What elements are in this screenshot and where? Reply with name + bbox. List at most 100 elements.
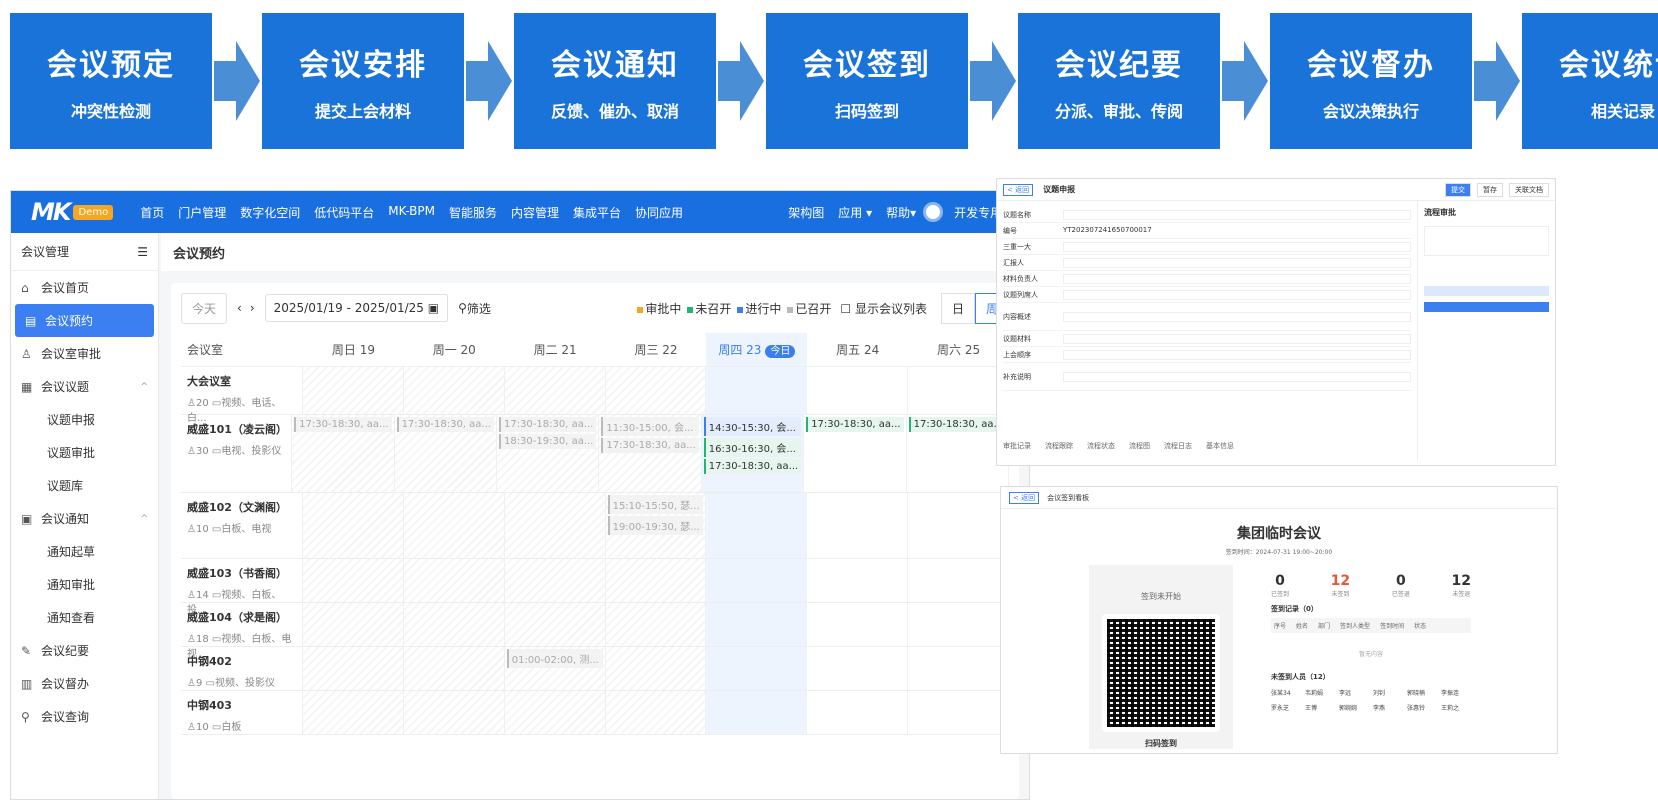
collapse-icon[interactable]: ☰ xyxy=(137,245,148,259)
form-input[interactable] xyxy=(1063,371,1411,382)
day-cell[interactable] xyxy=(504,603,606,646)
day-cell[interactable] xyxy=(605,559,707,602)
nav-item[interactable]: 首页 xyxy=(140,204,164,221)
day-cell[interactable] xyxy=(504,493,606,558)
day-cell[interactable]: 11:30-15:00, 会... 17:30-18:30, aa... xyxy=(599,415,702,492)
day-cell[interactable] xyxy=(504,559,606,602)
day-cell[interactable] xyxy=(303,647,404,690)
day-cell[interactable] xyxy=(908,603,1009,646)
back-button[interactable]: < 返回 xyxy=(1003,183,1034,196)
day-cell[interactable] xyxy=(807,603,909,646)
form-tab[interactable]: 流程状态 xyxy=(1087,441,1115,451)
sidebar-item[interactable]: ⌂ 会议首页 xyxy=(11,271,158,304)
today-button[interactable]: 今天 xyxy=(181,292,228,324)
day-cell[interactable] xyxy=(403,559,505,602)
form-input[interactable]: YT202307241650700017 xyxy=(1063,226,1411,236)
form-input[interactable] xyxy=(1063,311,1411,322)
day-cell[interactable] xyxy=(706,647,808,690)
date-range[interactable]: 2025/01/19 - 2025/01/25 ▣ xyxy=(264,294,449,322)
chevron-up-icon[interactable]: ^ xyxy=(140,514,148,524)
day-cell[interactable] xyxy=(807,691,909,734)
day-cell[interactable] xyxy=(908,647,1009,690)
form-input[interactable] xyxy=(1063,257,1411,268)
form-button[interactable]: 关联文档 xyxy=(1509,182,1549,197)
nav-right-item[interactable]: 帮助▾ xyxy=(886,204,916,221)
sidebar-item[interactable]: 通知查看 xyxy=(11,601,158,634)
filter-icon[interactable]: ⚲ xyxy=(458,301,467,315)
form-tab[interactable]: 流程图 xyxy=(1129,441,1150,451)
form-input[interactable] xyxy=(1063,333,1411,344)
sidebar-item[interactable]: 议题库 xyxy=(11,469,158,502)
sidebar-item[interactable]: 议题审批 xyxy=(11,436,158,469)
day-cell[interactable] xyxy=(605,691,707,734)
avatar[interactable] xyxy=(923,202,944,222)
meeting-event[interactable]: 18:30-19:30, aa... xyxy=(498,434,597,449)
day-cell[interactable] xyxy=(908,559,1009,602)
nav-item[interactable]: 协同应用 xyxy=(635,204,683,221)
day-cell[interactable] xyxy=(807,367,909,414)
meeting-event[interactable]: 15:10-15:50, 瑟... xyxy=(607,495,704,514)
sidebar-item[interactable]: 议题申报 xyxy=(11,403,158,436)
sidebar-item[interactable]: ⚲ 会议查询 xyxy=(11,700,158,733)
meeting-event[interactable]: 17:30-18:30, aa... xyxy=(806,417,904,432)
day-cell[interactable] xyxy=(807,559,909,602)
day-cell[interactable] xyxy=(303,691,404,734)
day-cell[interactable]: 14:30-15:30, 会... 16:30-16:30, 会... 17:30-… xyxy=(701,415,805,492)
day-cell[interactable] xyxy=(908,493,1009,558)
meeting-event[interactable]: 16:30-16:30, 会... xyxy=(703,438,802,457)
meeting-event[interactable]: 17:30-18:30, aa... xyxy=(703,459,802,474)
day-cell[interactable]: 17:30-18:30, aa... xyxy=(394,415,497,492)
meeting-event[interactable]: 14:30-15:30, 会... xyxy=(703,417,802,436)
meeting-event[interactable]: 17:30-18:30, aa... xyxy=(498,417,597,432)
nav-item[interactable]: 门户管理 xyxy=(178,204,226,221)
sidebar-item[interactable]: 通知起草 xyxy=(11,535,158,568)
prev-icon[interactable]: ‹ xyxy=(237,301,242,315)
meeting-event[interactable]: 01:00-02:00, 测... xyxy=(506,649,603,668)
day-cell[interactable] xyxy=(908,691,1009,734)
form-input[interactable] xyxy=(1063,241,1411,252)
nav-item[interactable]: 智能服务 xyxy=(449,204,497,221)
day-cell[interactable] xyxy=(504,691,606,734)
form-button[interactable]: 提交 xyxy=(1445,182,1471,197)
sidebar-item[interactable]: ▤ 会议预约 xyxy=(15,304,154,337)
show-list-checkbox[interactable]: ☐ 显示会议列表 xyxy=(840,300,927,317)
back-button[interactable]: < 返回 xyxy=(1009,491,1040,504)
filter-button[interactable]: 筛选 xyxy=(467,300,491,317)
day-cell[interactable] xyxy=(504,367,606,414)
sidebar-item[interactable]: ▥ 会议督办 xyxy=(11,667,158,700)
meeting-event[interactable]: 17:30-18:30, aa... xyxy=(294,417,392,432)
meeting-event[interactable]: 19:00-19:30, 瑟... xyxy=(607,516,704,535)
day-cell[interactable] xyxy=(908,367,1009,414)
day-cell[interactable] xyxy=(403,603,505,646)
meeting-event[interactable]: 17:30-18:30, aa... xyxy=(601,438,699,453)
form-input[interactable] xyxy=(1063,289,1411,300)
day-cell[interactable] xyxy=(403,691,505,734)
nav-item[interactable]: MK-BPM xyxy=(388,204,435,221)
day-cell[interactable] xyxy=(706,493,808,558)
day-cell[interactable] xyxy=(605,647,707,690)
form-tab[interactable]: 流程跟踪 xyxy=(1045,441,1073,451)
form-tab[interactable]: 审批记录 xyxy=(1003,441,1031,451)
nav-item[interactable]: 低代码平台 xyxy=(314,204,374,221)
day-cell[interactable] xyxy=(706,559,808,602)
nav-right-item[interactable]: 架构图 xyxy=(788,204,824,221)
nav-item[interactable]: 内容管理 xyxy=(511,204,559,221)
day-cell[interactable] xyxy=(403,367,505,414)
day-cell[interactable] xyxy=(807,493,909,558)
chevron-up-icon[interactable]: ^ xyxy=(140,382,148,392)
day-view-button[interactable]: 日 xyxy=(940,292,975,324)
day-cell[interactable] xyxy=(303,367,404,414)
day-cell[interactable]: 17:30-18:30, aa... xyxy=(804,415,907,492)
nav-right-item[interactable]: 应用 ▾ xyxy=(838,204,872,221)
day-cell[interactable] xyxy=(403,647,505,690)
form-tab[interactable]: 基本信息 xyxy=(1206,441,1234,451)
day-cell[interactable] xyxy=(807,647,909,690)
form-tab[interactable]: 流程日志 xyxy=(1164,441,1192,451)
form-input[interactable] xyxy=(1063,349,1411,360)
day-cell[interactable] xyxy=(303,493,404,558)
day-cell[interactable] xyxy=(706,691,808,734)
day-cell[interactable] xyxy=(605,367,707,414)
day-cell[interactable] xyxy=(706,603,808,646)
day-cell[interactable] xyxy=(403,493,505,558)
form-input[interactable] xyxy=(1063,273,1411,284)
